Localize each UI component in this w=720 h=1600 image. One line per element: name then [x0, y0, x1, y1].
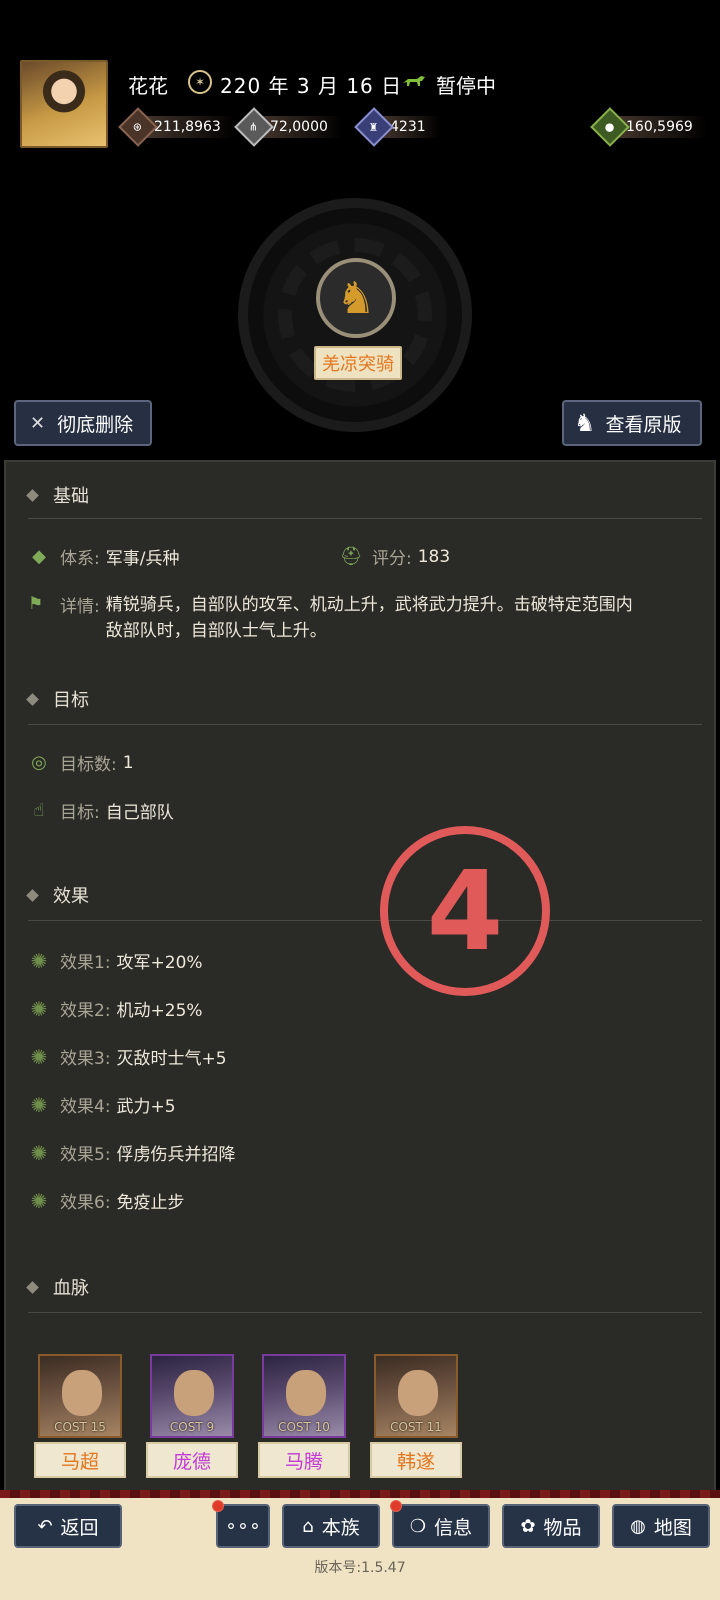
back-button[interactable]: ↶ 返回 — [14, 1504, 122, 1548]
delete-button-label: 彻底删除 — [57, 413, 134, 436]
bottom-nav-bar: ↶ 返回 ∘∘∘ ⌂ 本族 ❍ 信息 ✿ 物品 ◍ 地图 — [0, 1490, 720, 1600]
horse-head-icon: ♞ — [574, 409, 596, 437]
section-target-header: 目标 — [26, 686, 89, 712]
effect-item: ✺ 效果6: 免疫止步 — [28, 1188, 185, 1214]
more-button[interactable]: ∘∘∘ — [216, 1504, 270, 1548]
hero-portrait: COST 15 — [38, 1354, 122, 1438]
gear-icon: ✺ — [30, 1140, 48, 1165]
close-icon: ✕ — [30, 412, 46, 434]
items-icon: ✿ — [520, 1515, 536, 1537]
pointer-icon: ☝ — [33, 800, 45, 821]
clan-icon: ⌂ — [302, 1515, 314, 1537]
coin-icon: ⊛ — [118, 107, 158, 147]
flag-icon: ⚑ — [28, 594, 44, 614]
section-basic-header: 基础 — [26, 482, 89, 508]
hero-name: 庞德 — [146, 1442, 238, 1478]
hero-name: 马超 — [34, 1442, 126, 1478]
soldier-icon: ♜ — [354, 107, 394, 147]
step-number-marker: 4 — [380, 826, 550, 996]
resource-coin: ⊛ 211,8963 — [118, 107, 235, 147]
gear-icon: ✺ — [30, 1188, 48, 1213]
cube-icon: ◆ — [32, 546, 46, 567]
view-original-button[interactable]: ♞ 查看原版 — [562, 400, 702, 446]
return-arrow-icon: ↶ — [37, 1515, 53, 1537]
items-button[interactable]: ✿ 物品 — [502, 1504, 600, 1548]
resource-money-value: 160,5969 — [618, 116, 707, 138]
target-count-row: ◎ 目标数: 1 — [28, 750, 133, 775]
money-bag-icon: ● — [590, 107, 630, 147]
horse-unit-icon: ♞ — [316, 258, 396, 338]
info-button[interactable]: ❍ 信息 — [392, 1504, 490, 1548]
player-avatar[interactable] — [20, 60, 108, 148]
target-row: ☝ 目标: 自己部队 — [28, 798, 174, 823]
items-label: 物品 — [543, 1516, 582, 1539]
effect-item: ✺ 效果2: 机动+25% — [28, 996, 203, 1022]
resource-soldier: ♜ 4231 — [354, 107, 440, 147]
gear-icon: ✺ — [30, 948, 48, 973]
resource-grain: ⋔ 72,0000 — [234, 107, 342, 147]
horse-speed-icon[interactable] — [402, 74, 426, 88]
effect-item: ✺ 效果1: 攻军+20% — [28, 948, 203, 974]
effect-item: ✺ 效果5: 俘虏伤兵并招降 — [28, 1140, 236, 1166]
game-date: 220 年 3 月 16 日 — [220, 74, 403, 98]
gear-icon: ✺ — [30, 1092, 48, 1117]
view-original-label: 查看原版 — [605, 413, 682, 436]
player-name: 花花 — [128, 74, 168, 98]
hero-card[interactable]: COST 9 庞德 — [146, 1354, 238, 1478]
unit-name-badge: 羌凉突骑 — [314, 346, 402, 380]
info-label: 信息 — [434, 1516, 473, 1539]
hero-card[interactable]: COST 10 马腾 — [258, 1354, 350, 1478]
clan-button[interactable]: ⌂ 本族 — [282, 1504, 380, 1548]
resource-coin-value: 211,8963 — [146, 116, 235, 138]
hero-card[interactable]: COST 11 韩遂 — [370, 1354, 462, 1478]
unit-detail-panel[interactable]: 基础 ◆ 体系: 军事/兵种 ⛑ 评分: 183 ⚑ 详情: 精锐骑兵，自部队的… — [4, 460, 716, 1500]
system-row: ◆ 体系: 军事/兵种 — [28, 544, 179, 569]
hero-name: 马腾 — [258, 1442, 350, 1478]
notification-dot — [212, 1500, 224, 1512]
resource-grain-value: 72,0000 — [262, 116, 342, 138]
chat-icon: ❍ — [409, 1515, 427, 1537]
notification-dot — [390, 1500, 402, 1512]
section-effects-header: 效果 — [26, 882, 89, 908]
map-button[interactable]: ◍ 地图 — [612, 1504, 710, 1548]
clan-label: 本族 — [321, 1516, 360, 1539]
back-label: 返回 — [60, 1516, 99, 1539]
effect-item: ✺ 效果3: 灭敌时士气+5 — [28, 1044, 227, 1070]
calendar-icon: ✶ — [188, 70, 212, 94]
hero-portrait: COST 11 — [374, 1354, 458, 1438]
delete-button[interactable]: ✕ 彻底删除 — [14, 400, 152, 446]
score-row: ⛑ 评分: 183 — [339, 546, 451, 569]
top-status-area: 花花 ✶ 220 年 3 月 16 日 暂停中 ⊛ 211,8963 ⋔ 72,… — [0, 0, 720, 460]
globe-icon: ◍ — [630, 1515, 646, 1537]
version-label: 版本号:1.5.47 — [314, 1560, 406, 1576]
hero-portrait: COST 10 — [262, 1354, 346, 1438]
resource-money: ● 160,5969 — [590, 107, 707, 147]
helmet-icon: ⛑ — [339, 546, 363, 567]
target-icon: ◎ — [31, 752, 47, 773]
section-bloodline-header: 血脉 — [26, 1274, 89, 1300]
gear-icon: ✺ — [30, 996, 48, 1021]
game-status[interactable]: 暂停中 — [436, 70, 496, 99]
map-label: 地图 — [653, 1516, 692, 1539]
effect-item: ✺ 效果4: 武力+5 — [28, 1092, 176, 1118]
detail-row: ⚑ 详情: 精锐骑兵，自部队的攻军、机动上升，武将武力提升。击破特定范围内敌部队… — [28, 594, 633, 641]
hero-portrait: COST 9 — [150, 1354, 234, 1438]
hero-card[interactable]: COST 15 马超 — [34, 1354, 126, 1478]
hero-name: 韩遂 — [370, 1442, 462, 1478]
grain-icon: ⋔ — [234, 107, 274, 147]
more-label: ∘∘∘ — [225, 1515, 261, 1537]
gear-icon: ✺ — [30, 1044, 48, 1069]
